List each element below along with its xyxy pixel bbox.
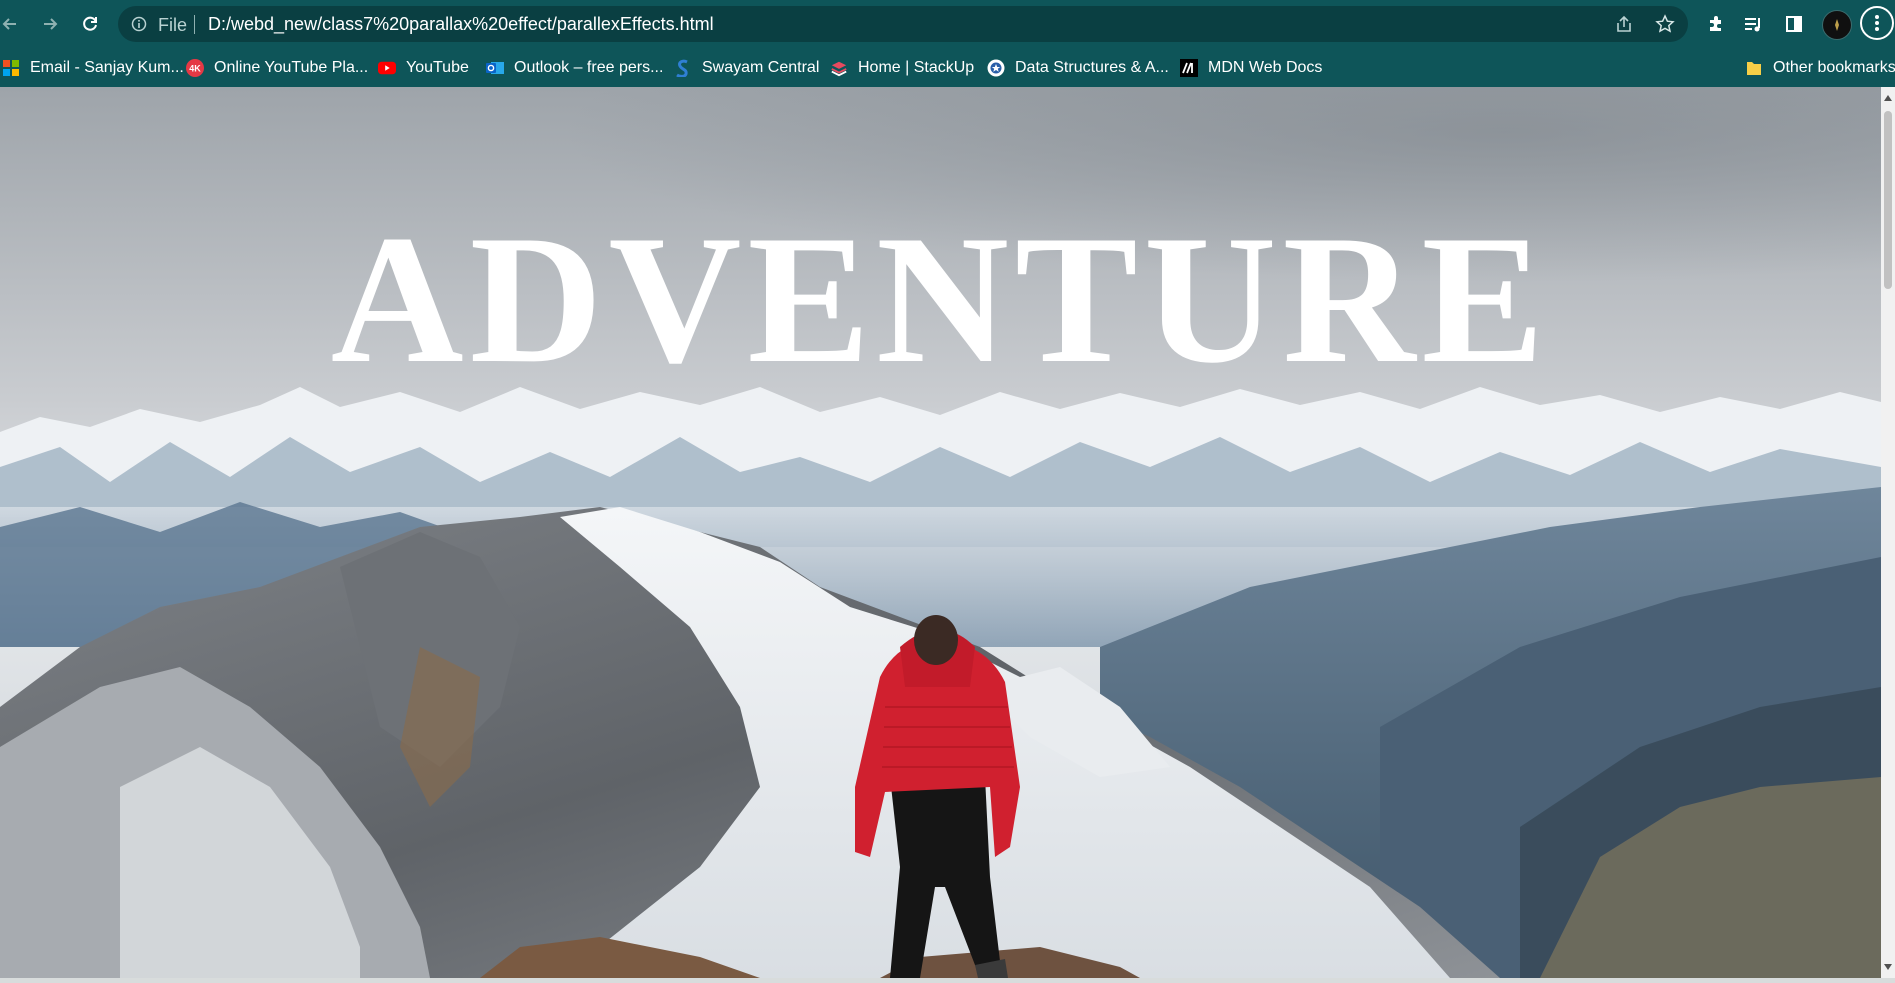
reload-button[interactable] xyxy=(78,12,102,36)
browser-menu-button[interactable] xyxy=(1860,6,1894,40)
star-icon xyxy=(1655,14,1675,33)
bookmark-label: MDN Web Docs xyxy=(1208,59,1323,76)
scrollbar-thumb[interactable] xyxy=(1884,111,1892,289)
bookmarks-bar: Email - Sanjay Kum... 4K Online YouTube … xyxy=(0,49,1895,87)
stackup-icon xyxy=(830,59,848,77)
4k-icon: 4K xyxy=(186,59,204,77)
bookmark-mdn[interactable]: MDN Web Docs xyxy=(1180,49,1322,87)
extensions-button[interactable] xyxy=(1704,12,1728,36)
mdn-icon xyxy=(1180,59,1198,77)
forward-button[interactable] xyxy=(38,12,62,36)
bookmark-star-button[interactable] xyxy=(1654,13,1676,35)
bookmark-label: Home | StackUp xyxy=(858,59,975,76)
url-scheme: File xyxy=(158,15,188,35)
playlist-icon xyxy=(1745,18,1760,32)
profile-avatar[interactable] xyxy=(1822,10,1852,40)
bookmark-label: Outlook – free pers... xyxy=(514,59,664,76)
address-bar[interactable]: File D:/webd_new/class7%20parallax%20eff… xyxy=(118,6,1688,42)
share-icon xyxy=(1617,15,1631,32)
microsoft-icon xyxy=(2,59,20,77)
bookmark-label: Data Structures & A... xyxy=(1015,59,1169,76)
folder-icon xyxy=(1745,59,1763,77)
bookmark-outlook[interactable]: Outlook – free pers... xyxy=(486,49,663,87)
scroll-down-arrow-icon[interactable] xyxy=(1884,964,1892,970)
media-button[interactable] xyxy=(1741,12,1765,36)
svg-text:4K: 4K xyxy=(189,64,201,74)
info-icon[interactable] xyxy=(131,16,147,37)
bookmark-label: Swayam Central xyxy=(702,59,820,76)
side-panel-icon xyxy=(1786,16,1802,32)
bookmark-data-structures[interactable]: Data Structures & A... xyxy=(987,49,1169,87)
outlook-icon xyxy=(486,59,504,77)
bookmark-email[interactable]: Email - Sanjay Kum... xyxy=(2,49,184,87)
arrow-left-icon xyxy=(2,18,16,30)
hero-title: ADVENTURE xyxy=(330,197,1551,401)
scroll-up-arrow-icon[interactable] xyxy=(1884,95,1892,101)
puzzle-icon xyxy=(1710,16,1721,31)
bookmark-label: Online YouTube Pla... xyxy=(214,59,369,76)
browser-toolbar: File D:/webd_new/class7%20parallax%20eff… xyxy=(0,0,1895,49)
more-vertical-icon xyxy=(1875,15,1879,31)
back-button[interactable] xyxy=(0,12,22,36)
other-bookmarks-label: Other bookmarks xyxy=(1773,59,1895,76)
dsa-icon xyxy=(987,59,1005,77)
bookmark-swayam[interactable]: Swayam Central xyxy=(674,49,819,87)
reload-icon xyxy=(83,16,97,31)
bookmark-label: YouTube xyxy=(406,59,469,76)
youtube-icon xyxy=(378,59,396,77)
divider xyxy=(194,15,195,34)
other-bookmarks[interactable]: Other bookmarks xyxy=(1745,49,1895,87)
page-viewport: ADVENTURE xyxy=(0,87,1881,978)
url-text[interactable]: D:/webd_new/class7%20parallax%20effect/p… xyxy=(208,14,714,35)
window-bottom-edge xyxy=(0,978,1895,983)
swayam-icon xyxy=(674,59,692,77)
bookmark-label: Email - Sanjay Kum... xyxy=(30,59,184,76)
bookmark-online-youtube-player[interactable]: 4K Online YouTube Pla... xyxy=(186,49,368,87)
side-panel-button[interactable] xyxy=(1782,12,1806,36)
page-scrollbar[interactable] xyxy=(1881,87,1895,978)
bookmark-youtube[interactable]: YouTube xyxy=(378,49,469,87)
share-button[interactable] xyxy=(1613,13,1635,35)
bookmark-stackup[interactable]: Home | StackUp xyxy=(830,49,974,87)
arrow-right-icon xyxy=(44,18,58,30)
